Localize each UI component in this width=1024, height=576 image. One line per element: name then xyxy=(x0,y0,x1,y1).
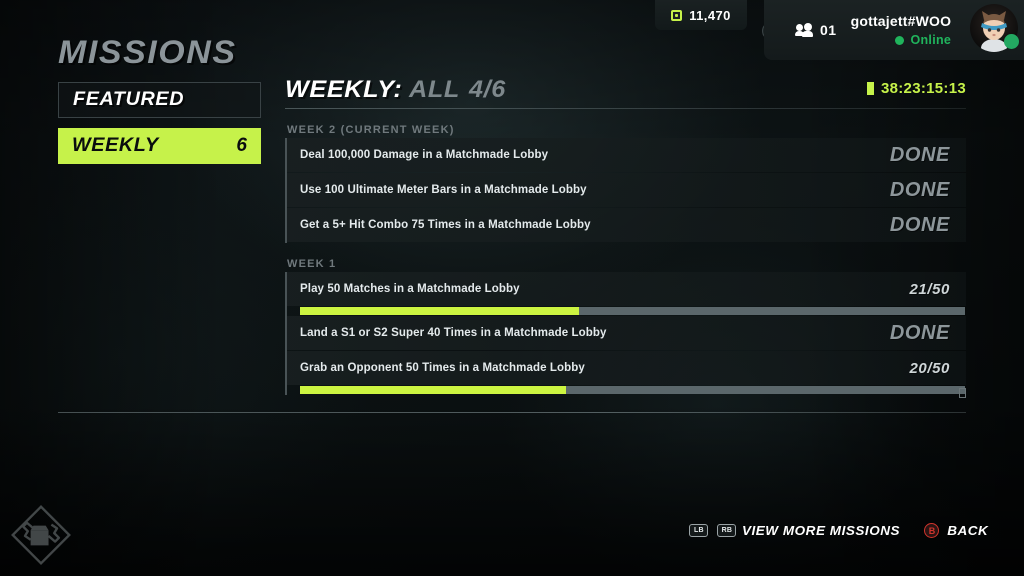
mission-group: Play 50 Matches in a Matchmade Lobby 21/5… xyxy=(285,272,966,395)
mission-group: Deal 100,000 Damage in a Matchmade Lobby… xyxy=(285,138,966,243)
mission-row[interactable]: Deal 100,000 Damage in a Matchmade Lobby… xyxy=(287,138,966,172)
scroll-indicator[interactable] xyxy=(959,388,966,398)
timer-value: 38:23:15:13 xyxy=(880,80,966,97)
status-label: Online xyxy=(910,33,952,47)
mission-row[interactable]: Grab an Opponent 50 Times in a Matchmade… xyxy=(287,351,966,394)
key-lb[interactable]: LB xyxy=(689,524,709,537)
content-divider xyxy=(58,412,966,413)
content-title: WEEKLY: xyxy=(285,76,403,103)
party-indicator: 01 xyxy=(795,22,837,38)
player-name: gottajett#WOO xyxy=(850,13,952,29)
view-more-missions-label[interactable]: VIEW MORE MISSIONS xyxy=(742,523,900,538)
mission-progress-label: 21/50 xyxy=(909,280,950,298)
mission-text: Use 100 Ultimate Meter Bars in a Matchma… xyxy=(300,184,587,196)
header-divider xyxy=(285,108,966,109)
tab-featured-label: FEATURED xyxy=(73,89,185,110)
week-group-label: WEEK 1 xyxy=(287,258,337,270)
tab-weekly-count: 6 xyxy=(236,135,247,156)
hourglass-icon xyxy=(866,82,874,95)
mission-text: Deal 100,000 Damage in a Matchmade Lobby xyxy=(300,149,549,161)
week-group-label: WEEK 2 (CURRENT WEEK) xyxy=(287,124,455,136)
mission-progress-bar xyxy=(300,386,965,394)
mission-row[interactable]: Use 100 Ultimate Meter Bars in a Matchma… xyxy=(287,173,966,207)
currency-display: 11,470 xyxy=(655,0,747,30)
back-label[interactable]: BACK xyxy=(948,523,989,538)
mission-row[interactable]: Land a S1 or S2 Super 40 Times in a Matc… xyxy=(287,316,966,350)
mission-status-done: DONE xyxy=(889,143,950,166)
mission-row[interactable]: Get a 5+ Hit Combo 75 Times in a Matchma… xyxy=(287,208,966,242)
mission-status-done: DONE xyxy=(889,321,950,344)
weekly-timer: 38:23:15:13 xyxy=(866,80,966,97)
player-panel[interactable]: 01 gottajett#WOO Online xyxy=(764,0,1024,60)
player-identity: gottajett#WOO Online xyxy=(851,13,952,47)
party-count: 01 xyxy=(820,22,837,38)
mission-status-done: DONE xyxy=(889,213,950,236)
mission-progress-fill xyxy=(300,386,566,394)
tab-weekly-label: WEEKLY xyxy=(72,135,159,156)
footer-actions: LB RB VIEW MORE MISSIONS B BACK xyxy=(689,523,988,538)
key-rb[interactable]: RB xyxy=(717,524,737,537)
mission-progress-bar xyxy=(300,307,965,315)
mission-text: Get a 5+ Hit Combo 75 Times in a Matchma… xyxy=(300,219,591,231)
mission-text: Play 50 Matches in a Matchmade Lobby xyxy=(300,283,520,295)
party-icon xyxy=(795,23,814,37)
currency-value: 11,470 xyxy=(689,7,731,23)
studio-logo-icon xyxy=(11,505,71,565)
content-header: WEEKLY: ALL 4/6 xyxy=(285,76,507,104)
avatar[interactable] xyxy=(970,4,1019,52)
mission-progress-fill xyxy=(300,307,580,315)
tab-featured[interactable]: FEATURED xyxy=(58,82,261,118)
player-status: Online xyxy=(851,33,952,47)
mission-text: Land a S1 or S2 Super 40 Times in a Matc… xyxy=(300,327,607,339)
mission-row[interactable]: Play 50 Matches in a Matchmade Lobby 21/5… xyxy=(287,272,966,315)
avatar-online-dot xyxy=(1004,34,1019,49)
mission-text: Grab an Opponent 50 Times in a Matchmade… xyxy=(300,362,585,374)
page-title: MISSIONS xyxy=(58,34,237,70)
coin-icon xyxy=(671,9,683,21)
content-filter[interactable]: ALL xyxy=(409,76,460,104)
key-b[interactable]: B xyxy=(924,523,940,538)
mission-status-done: DONE xyxy=(889,178,950,201)
missions-screen: 11,470 01 gottajett#WOO Online MISSIONS … xyxy=(0,0,1024,576)
tab-weekly[interactable]: WEEKLY 6 xyxy=(58,128,261,164)
content-fraction: 4/6 xyxy=(469,76,507,103)
mission-progress-label: 20/50 xyxy=(909,359,950,377)
status-dot-icon xyxy=(895,35,905,45)
